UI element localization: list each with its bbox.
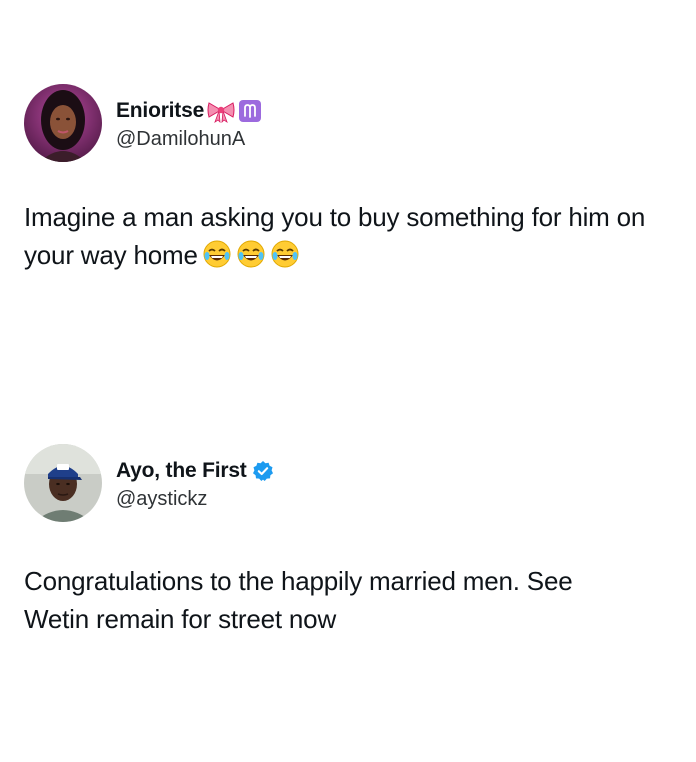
- author-block: Enioritse @DamilohunA: [116, 96, 262, 151]
- tweet: Enioritse @DamilohunA Imagine a man aski…: [24, 84, 672, 279]
- author-block: Ayo, the First @aystickz: [116, 456, 274, 511]
- handle[interactable]: @DamilohunA: [116, 128, 262, 151]
- tweet-body-line: Wetin remain for street now: [24, 604, 337, 634]
- laughing-emoji-icon: [270, 239, 300, 279]
- tweet-body: Imagine a man asking you to buy somethin…: [24, 202, 646, 270]
- ribbon-icon: [206, 99, 236, 123]
- handle[interactable]: @aystickz: [116, 488, 274, 511]
- tweet-header: Ayo, the First @aystickz: [24, 444, 672, 522]
- laughing-emoji-icon: [202, 239, 232, 279]
- display-name[interactable]: Ayo, the First: [116, 459, 247, 483]
- tweet: Ayo, the First @aystickz Congratulations…: [24, 444, 672, 638]
- avatar[interactable]: [24, 84, 102, 162]
- laughing-emoji-icon: [236, 239, 266, 279]
- verified-badge-icon: [252, 460, 274, 482]
- tweet-text: Imagine a man asking you to buy somethin…: [24, 198, 672, 279]
- avatar[interactable]: [24, 444, 102, 522]
- tweet-header: Enioritse @DamilohunA: [24, 84, 672, 162]
- tweet-text: Congratulations to the happily married m…: [24, 562, 672, 638]
- tweet-body-line: Congratulations to the happily married m…: [24, 566, 573, 596]
- aries-sign-icon: [238, 99, 262, 123]
- display-name[interactable]: Enioritse: [116, 99, 204, 123]
- emoji-group: [202, 239, 304, 279]
